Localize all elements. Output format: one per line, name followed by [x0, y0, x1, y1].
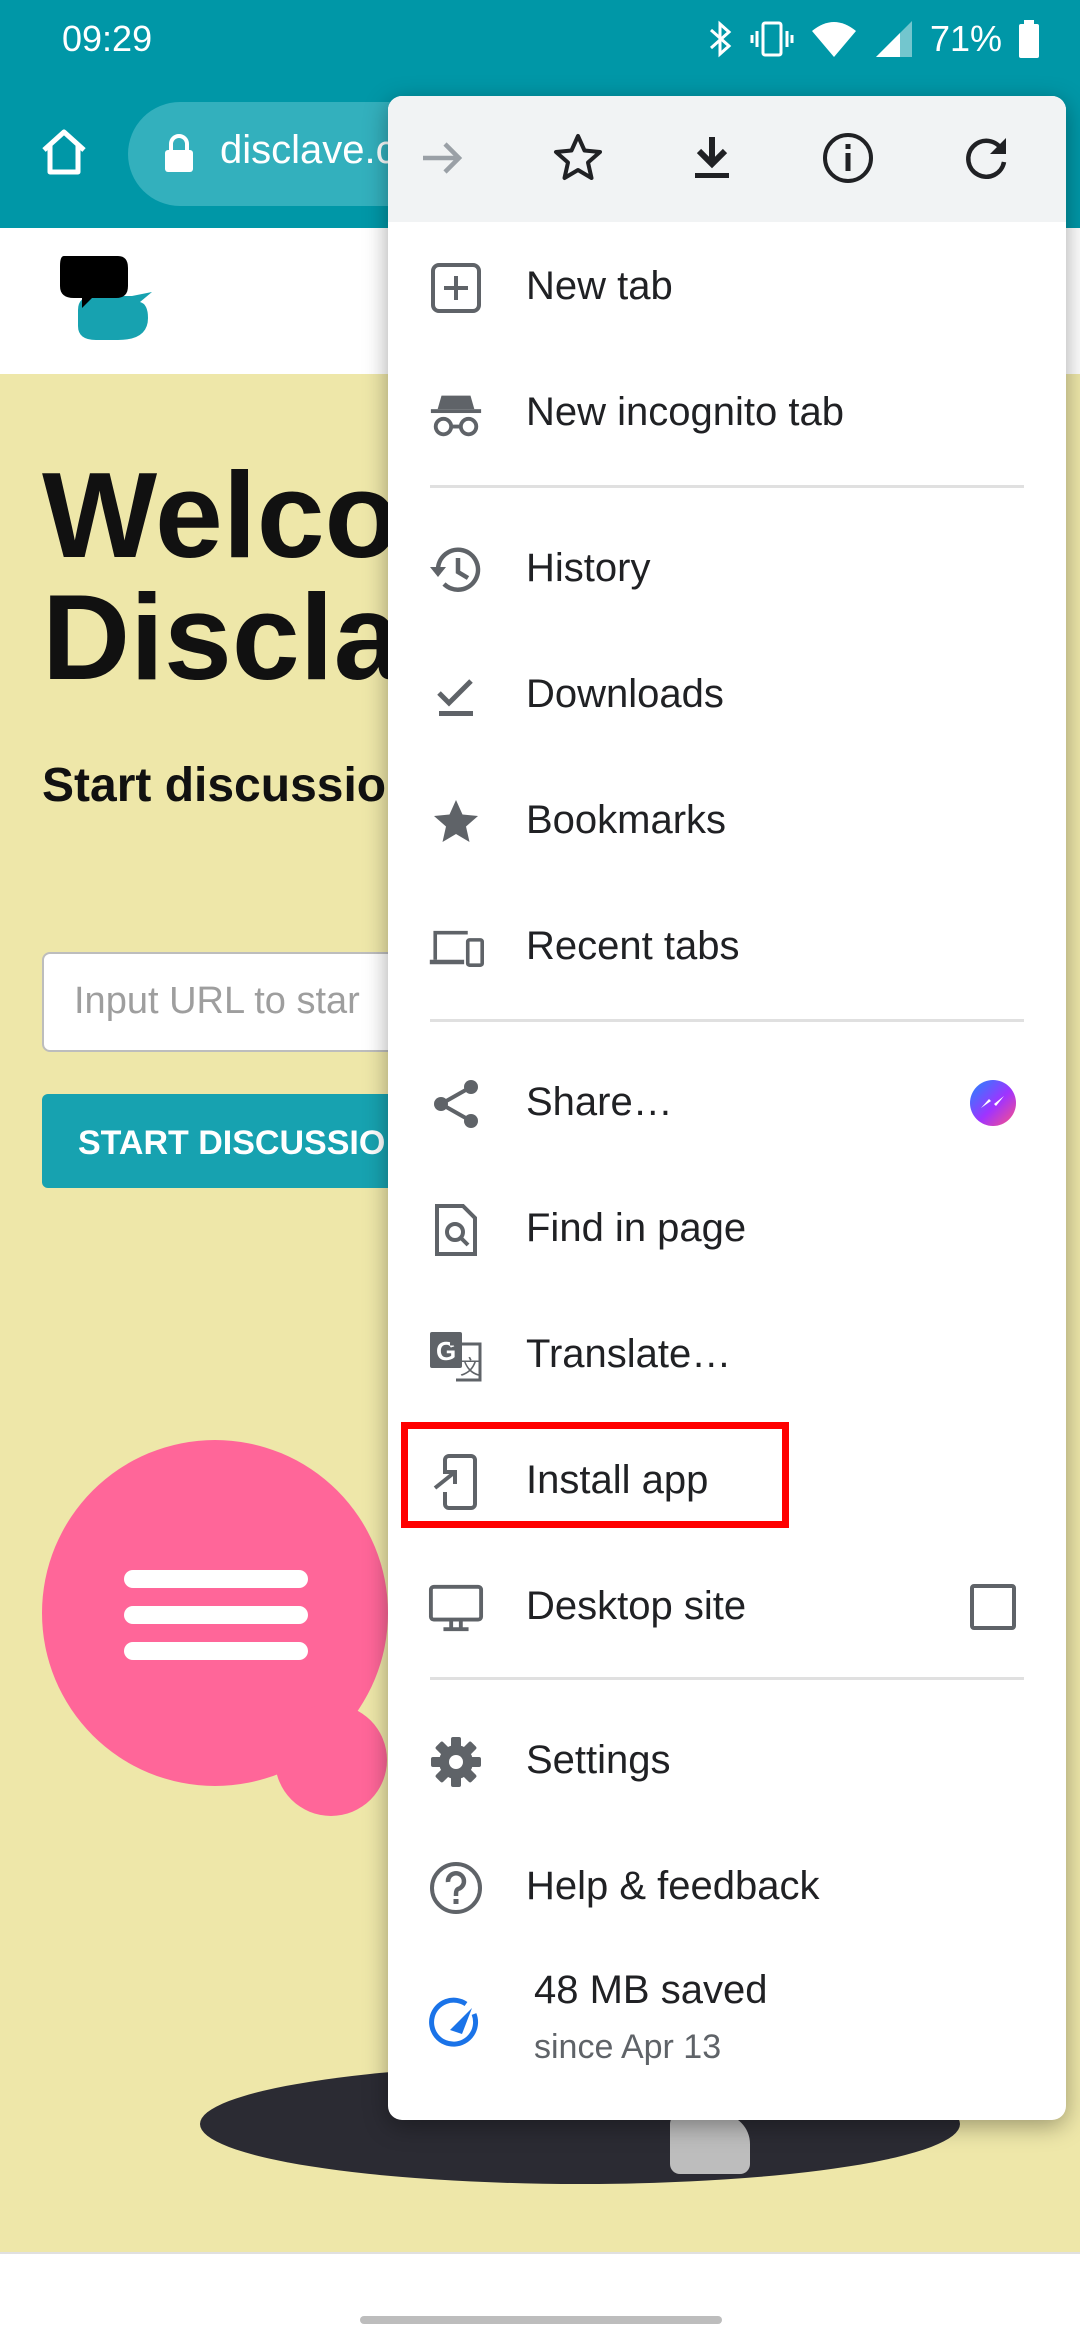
settings-icon — [428, 1734, 484, 1790]
menu-item-label: Settings — [526, 1738, 671, 1782]
status-bar: 09:29 71% — [0, 0, 1080, 80]
menu-item-recent-tabs[interactable]: Recent tabs — [388, 884, 1066, 1010]
wifi-icon — [810, 19, 858, 59]
gesture-bar[interactable] — [360, 2316, 722, 2324]
menu-item-desktop-site[interactable]: Desktop site — [388, 1544, 1066, 1670]
bottom-area — [0, 2252, 1080, 2340]
menu-item-label: New tab — [526, 264, 673, 308]
browser-overflow-menu: New tab New incognito tab History Downlo… — [388, 96, 1066, 2120]
page-info-button[interactable] — [812, 124, 884, 196]
url-text: disclave.c — [220, 128, 396, 172]
signal-icon — [874, 19, 914, 59]
desktop-icon — [428, 1580, 484, 1636]
data-saver-icon — [428, 1996, 484, 2052]
menu-item-label: Find in page — [526, 1206, 747, 1250]
menu-item-help-feedback[interactable]: Help & feedback — [388, 1824, 1066, 1950]
status-time: 09:29 — [62, 18, 153, 59]
battery-icon — [1018, 19, 1040, 59]
menu-item-data-saver[interactable]: 48 MB saved since Apr 13 — [388, 1950, 1066, 2100]
svg-text:G: G — [436, 1336, 456, 1366]
svg-text:文: 文 — [460, 1356, 480, 1379]
refresh-button[interactable] — [950, 124, 1022, 196]
help-icon — [428, 1860, 484, 1916]
welcome-line-1: Welco — [42, 447, 400, 583]
bookmark-star-button[interactable] — [542, 124, 614, 196]
menu-item-find-in-page[interactable]: Find in page — [388, 1166, 1066, 1292]
menu-item-label: Desktop site — [526, 1584, 747, 1628]
vibrate-icon — [750, 19, 794, 59]
desktop-site-checkbox[interactable] — [970, 1584, 1016, 1630]
forward-button[interactable] — [406, 124, 478, 196]
menu-item-history[interactable]: History — [388, 506, 1066, 632]
battery-percentage: 71% — [929, 18, 1002, 59]
welcome-heading: Welco Discla — [42, 454, 401, 698]
find-in-page-icon — [428, 1202, 484, 1258]
home-button[interactable] — [28, 118, 100, 190]
data-saved-since: since Apr 13 — [534, 2028, 722, 2066]
download-icon — [687, 133, 737, 188]
bubble-line — [124, 1570, 308, 1588]
menu-divider — [430, 1677, 1024, 1680]
menu-item-label: New incognito tab — [526, 390, 844, 434]
share-icon — [428, 1076, 484, 1132]
menu-toolbar — [388, 96, 1066, 222]
recent-tabs-icon — [428, 920, 484, 976]
incognito-icon — [428, 386, 484, 442]
menu-item-label: Recent tabs — [526, 924, 740, 968]
home-icon — [36, 124, 92, 185]
figure-foot-illustration — [670, 2114, 750, 2174]
menu-divider — [430, 1019, 1024, 1022]
menu-item-bookmarks[interactable]: Bookmarks — [388, 758, 1066, 884]
menu-item-downloads[interactable]: Downloads — [388, 632, 1066, 758]
menu-item-label: Bookmarks — [526, 798, 727, 842]
site-logo-icon[interactable] — [56, 248, 156, 353]
refresh-icon — [960, 132, 1012, 189]
menu-item-label: Translate… — [526, 1332, 732, 1376]
data-saved-amount: 48 MB saved — [534, 1968, 768, 2012]
download-page-button[interactable] — [676, 124, 748, 196]
page-subtitle: Start discussio — [42, 759, 387, 812]
welcome-line-2: Discla — [42, 569, 402, 705]
menu-item-settings[interactable]: Settings — [388, 1698, 1066, 1824]
bookmark-star-icon — [552, 132, 604, 189]
menu-item-share[interactable]: Share… — [388, 1040, 1066, 1166]
translate-icon: G文 — [428, 1328, 484, 1384]
menu-item-new-tab[interactable]: New tab — [388, 224, 1066, 350]
menu-item-label: History — [526, 546, 651, 590]
menu-item-new-incognito-tab[interactable]: New incognito tab — [388, 350, 1066, 476]
status-icons: 71% — [708, 14, 1040, 64]
bubble-line — [124, 1606, 308, 1624]
chat-bubble-tail — [275, 1704, 387, 1816]
history-icon — [428, 542, 484, 598]
forward-icon — [417, 133, 467, 188]
menu-item-translate[interactable]: G文 Translate… — [388, 1292, 1066, 1418]
install-app-highlight-box — [401, 1422, 789, 1528]
menu-item-label: Share… — [526, 1080, 673, 1124]
downloads-icon — [428, 668, 484, 724]
bookmarks-icon — [428, 794, 484, 850]
menu-divider — [430, 485, 1024, 488]
bluetooth-icon — [708, 19, 734, 59]
messenger-icon[interactable] — [970, 1080, 1016, 1126]
lock-icon — [162, 132, 196, 179]
new-tab-icon — [428, 260, 484, 316]
info-icon — [821, 131, 875, 190]
bubble-line — [124, 1642, 308, 1660]
menu-item-label: Downloads — [526, 672, 724, 716]
menu-item-label: Help & feedback — [526, 1864, 820, 1908]
